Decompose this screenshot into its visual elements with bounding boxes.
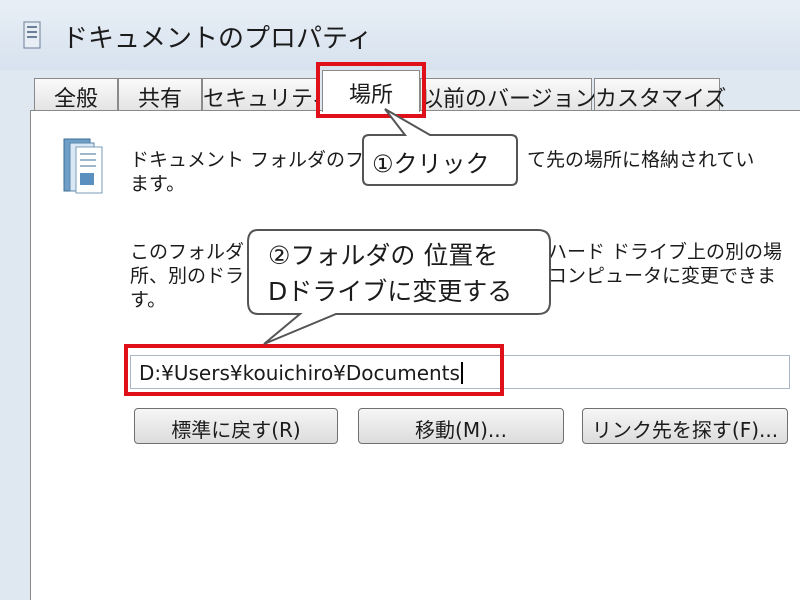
move-button[interactable]: 移動(M)... [358,408,564,444]
description-text-2a: このフォルダ [130,241,245,263]
description-text-2c: 所、別のドラ [130,265,245,287]
description-text-2e: す。 [130,289,167,311]
title-bar: ドキュメントのプロパティ [0,0,800,70]
find-target-button[interactable]: リンク先を探す(F)... [582,408,788,444]
document-icon [23,21,41,49]
restore-default-button[interactable]: 標準に戻す(R) [134,408,338,444]
callout-text-2b: Dドライブに変更する [268,277,513,306]
tab-sharing[interactable]: 共有 [118,78,202,112]
description-text-1c: ます。 [130,173,186,195]
documents-folder-icon [63,138,103,194]
description-text-1b: て先の場所に格納されてい [527,149,755,171]
tab-general[interactable]: 全般 [34,78,118,112]
tab-security[interactable]: セキュリティ [202,78,320,110]
callout-text-1: ①クリック [372,150,490,178]
path-input-highlight [124,344,504,396]
description-text-1a: ドキュメント フォルダのファ [130,149,384,171]
window-title: ドキュメントのプロパティ [62,24,373,54]
description-text-2d: コンピュータに変更できま [548,265,777,287]
tab-customize[interactable]: カスタマイズ [594,78,726,112]
callout-text-2a: ②フォルダの 位置を [268,241,499,270]
description-text-2b: ハード ドライブ上の別の場 [548,241,783,263]
